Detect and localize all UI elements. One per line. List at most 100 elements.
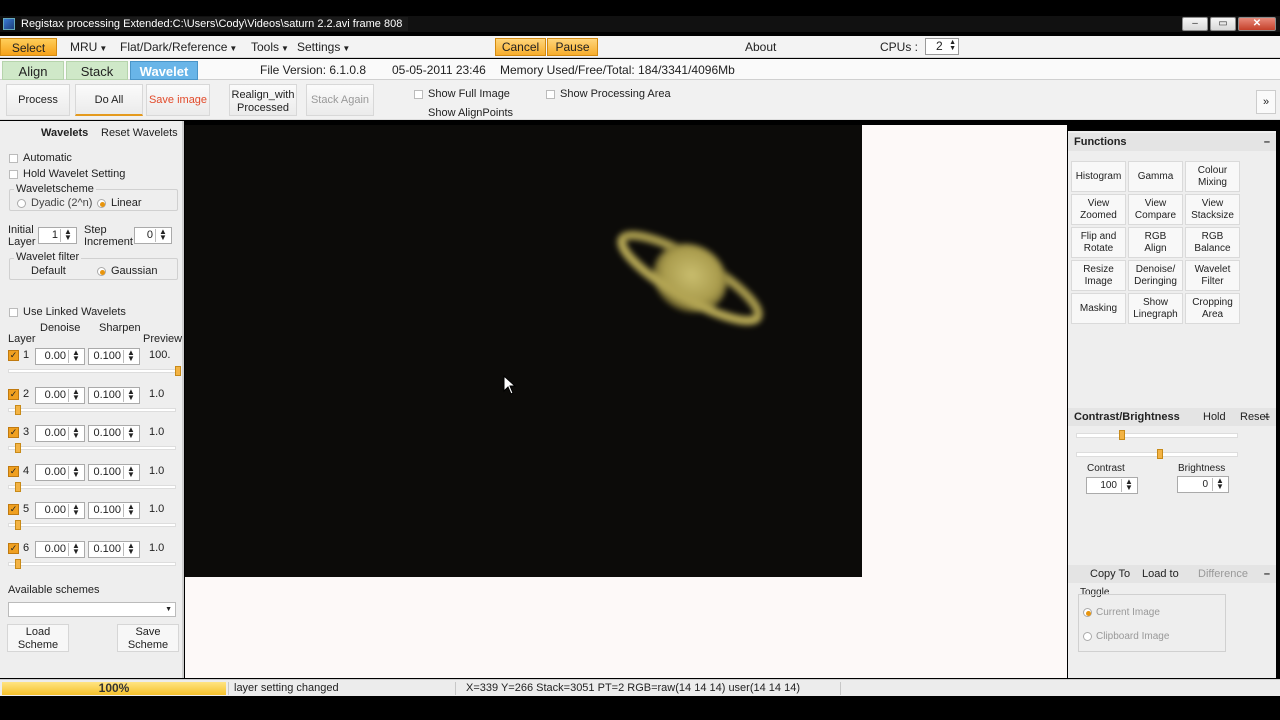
layer-slider[interactable] (8, 404, 176, 415)
function-button-rgb-balance[interactable]: RGB Balance (1185, 227, 1240, 258)
tab-stack[interactable]: Stack (66, 61, 128, 80)
denoise-stepper[interactable]: 0.00 ▲ ▼ (35, 425, 85, 442)
schemes-dropdown[interactable]: ▼ (8, 602, 176, 617)
slider-thumb[interactable] (15, 404, 21, 415)
slider-thumb[interactable] (15, 481, 21, 492)
checkbox-box[interactable] (9, 307, 18, 317)
function-button-rgb-align[interactable]: RGB Align (1128, 227, 1183, 258)
preview-value[interactable]: 1.0 (149, 465, 164, 477)
spinner-arrows-icon[interactable]: ▲ ▼ (1212, 477, 1227, 491)
layer-enable-checkbox[interactable]: ✓ (8, 350, 19, 361)
function-button-colour-mixing[interactable]: Colour Mixing (1185, 161, 1240, 192)
layer-slider[interactable] (8, 481, 176, 492)
spinner-arrows-icon[interactable]: ▲ ▼ (123, 541, 138, 556)
function-button-masking[interactable]: Masking (1071, 293, 1126, 324)
layer-slider[interactable] (8, 520, 176, 530)
step-increment-stepper[interactable]: 0 ▲ ▼ (134, 227, 172, 244)
radio-dot[interactable] (17, 198, 26, 208)
contrast-stepper[interactable]: 100 ▲ ▼ (1086, 477, 1138, 494)
denoise-stepper[interactable]: 0.00 ▲ ▼ (35, 348, 85, 365)
radio-dot[interactable] (97, 198, 106, 208)
spinner-arrows-icon[interactable]: ▲ ▼ (155, 228, 170, 242)
collapse-icon[interactable]: – (1264, 133, 1270, 151)
collapse-icon[interactable]: – (1264, 408, 1270, 426)
brightness-stepper[interactable]: 0 ▲ ▼ (1177, 476, 1229, 493)
radio-dot[interactable] (1083, 608, 1092, 617)
spinner-arrows-icon[interactable]: ▲ ▼ (68, 541, 83, 556)
mru-menu[interactable]: MRU ▼ (66, 38, 111, 56)
checkbox-box[interactable] (9, 153, 18, 163)
spinner-arrows-icon[interactable]: ▲ ▼ (1121, 478, 1136, 492)
processed-image[interactable] (185, 125, 862, 577)
denoise-stepper[interactable]: 0.00 ▲ ▼ (35, 502, 85, 519)
slider-thumb[interactable] (15, 558, 21, 569)
denoise-stepper[interactable]: 0.00 ▲ ▼ (35, 386, 85, 404)
denoise-stepper[interactable]: 0.00 ▲ ▼ (35, 463, 85, 481)
function-button-view-stacksize[interactable]: View Stacksize (1185, 194, 1240, 225)
layer-slider[interactable] (8, 443, 176, 453)
spinner-arrows-icon[interactable]: ▲ ▼ (68, 349, 83, 363)
function-button-resize-image[interactable]: Resize Image (1071, 260, 1126, 291)
slider-thumb[interactable] (15, 443, 21, 453)
sharpen-stepper[interactable]: 0.100 ▲ ▼ (88, 425, 140, 442)
spinner-arrows-icon[interactable]: ▲ ▼ (123, 503, 138, 517)
function-button-denoise-deringing[interactable]: Denoise/Deringing (1128, 260, 1183, 291)
preview-value[interactable]: 1.0 (149, 426, 164, 438)
copy-to-button[interactable]: Copy To (1090, 565, 1130, 583)
layer-slider[interactable] (8, 558, 176, 569)
slider-thumb[interactable] (15, 520, 21, 530)
preview-value[interactable]: 1.0 (149, 503, 164, 515)
preview-value[interactable]: 1.0 (149, 542, 164, 554)
save-scheme-button[interactable]: Save Scheme (117, 624, 179, 652)
function-button-view-zoomed[interactable]: View Zoomed (1071, 194, 1126, 225)
function-button-show-linegraph[interactable]: Show Linegraph (1128, 293, 1183, 324)
load-scheme-button[interactable]: Load Scheme (7, 624, 69, 652)
do-all-button[interactable]: Do All (75, 84, 143, 116)
layer-enable-checkbox[interactable]: ✓ (8, 504, 19, 515)
radio-dot[interactable] (97, 266, 106, 276)
spinner-arrows-icon[interactable]: ▲ ▼ (68, 503, 83, 517)
spinner-arrows-icon[interactable]: ▲ ▼ (68, 426, 83, 440)
wavelets-tab[interactable]: Wavelets (41, 127, 88, 139)
save-image-button[interactable]: Save image (146, 84, 210, 116)
spinner-arrows-icon[interactable]: ▲ ▼ (123, 387, 138, 402)
function-button-cropping-area[interactable]: Cropping Area (1185, 293, 1240, 324)
load-to-button[interactable]: Load to (1142, 565, 1179, 583)
cpus-spinner[interactable]: 2 ▲ ▼ (925, 38, 959, 55)
tab-wavelet[interactable]: Wavelet (130, 61, 198, 80)
tab-align[interactable]: Align (2, 61, 64, 80)
difference-button[interactable]: Difference (1198, 565, 1248, 583)
linear-radio[interactable]: Linear (97, 197, 142, 209)
spinner-arrows-icon[interactable]: ▲ ▼ (60, 228, 75, 242)
gaussian-radio[interactable]: Gaussian (97, 265, 157, 277)
sharpen-stepper[interactable]: 0.100 ▲ ▼ (88, 502, 140, 519)
show-processing-area-checkbox[interactable]: Show Processing Area (546, 88, 671, 100)
function-button-wavelet-filter[interactable]: Wavelet Filter (1185, 260, 1240, 291)
function-button-gamma[interactable]: Gamma (1128, 161, 1183, 192)
dyadic-radio[interactable]: Dyadic (2^n) (17, 197, 92, 209)
radio-dot[interactable] (1083, 632, 1092, 641)
sharpen-stepper[interactable]: 0.100 ▲ ▼ (88, 540, 140, 558)
contrast-slider[interactable] (1076, 430, 1238, 440)
function-button-view-compare[interactable]: View Compare (1128, 194, 1183, 225)
sharpen-stepper[interactable]: 0.100 ▲ ▼ (88, 348, 140, 365)
expand-panel-icon[interactable]: » (1256, 90, 1276, 114)
spinner-arrows-icon[interactable]: ▲ ▼ (949, 39, 956, 52)
slider-thumb[interactable] (1157, 449, 1163, 459)
sharpen-stepper[interactable]: 0.100 ▲ ▼ (88, 386, 140, 404)
minimize-icon[interactable]: – (1182, 17, 1208, 31)
use-linked-wavelets-checkbox[interactable]: Use Linked Wavelets (9, 306, 126, 318)
layer-enable-checkbox[interactable]: ✓ (8, 542, 19, 554)
slider-thumb[interactable] (1119, 430, 1125, 440)
spinner-arrows-icon[interactable]: ▲ ▼ (123, 464, 138, 479)
preview-value[interactable]: 1.0 (149, 388, 164, 400)
hold-button[interactable]: Hold (1203, 408, 1226, 426)
function-button-flip-and-rotate[interactable]: Flip and Rotate (1071, 227, 1126, 258)
function-button-histogram[interactable]: Histogram (1071, 161, 1126, 192)
denoise-stepper[interactable]: 0.00 ▲ ▼ (35, 540, 85, 558)
flat-dark-reference-menu[interactable]: Flat/Dark/Reference ▼ (116, 38, 241, 56)
tools-menu[interactable]: Tools ▼ (247, 38, 293, 56)
reset-wavelets-tab[interactable]: Reset Wavelets (101, 127, 178, 139)
spinner-arrows-icon[interactable]: ▲ ▼ (68, 464, 83, 479)
checkbox-box[interactable] (414, 89, 423, 99)
